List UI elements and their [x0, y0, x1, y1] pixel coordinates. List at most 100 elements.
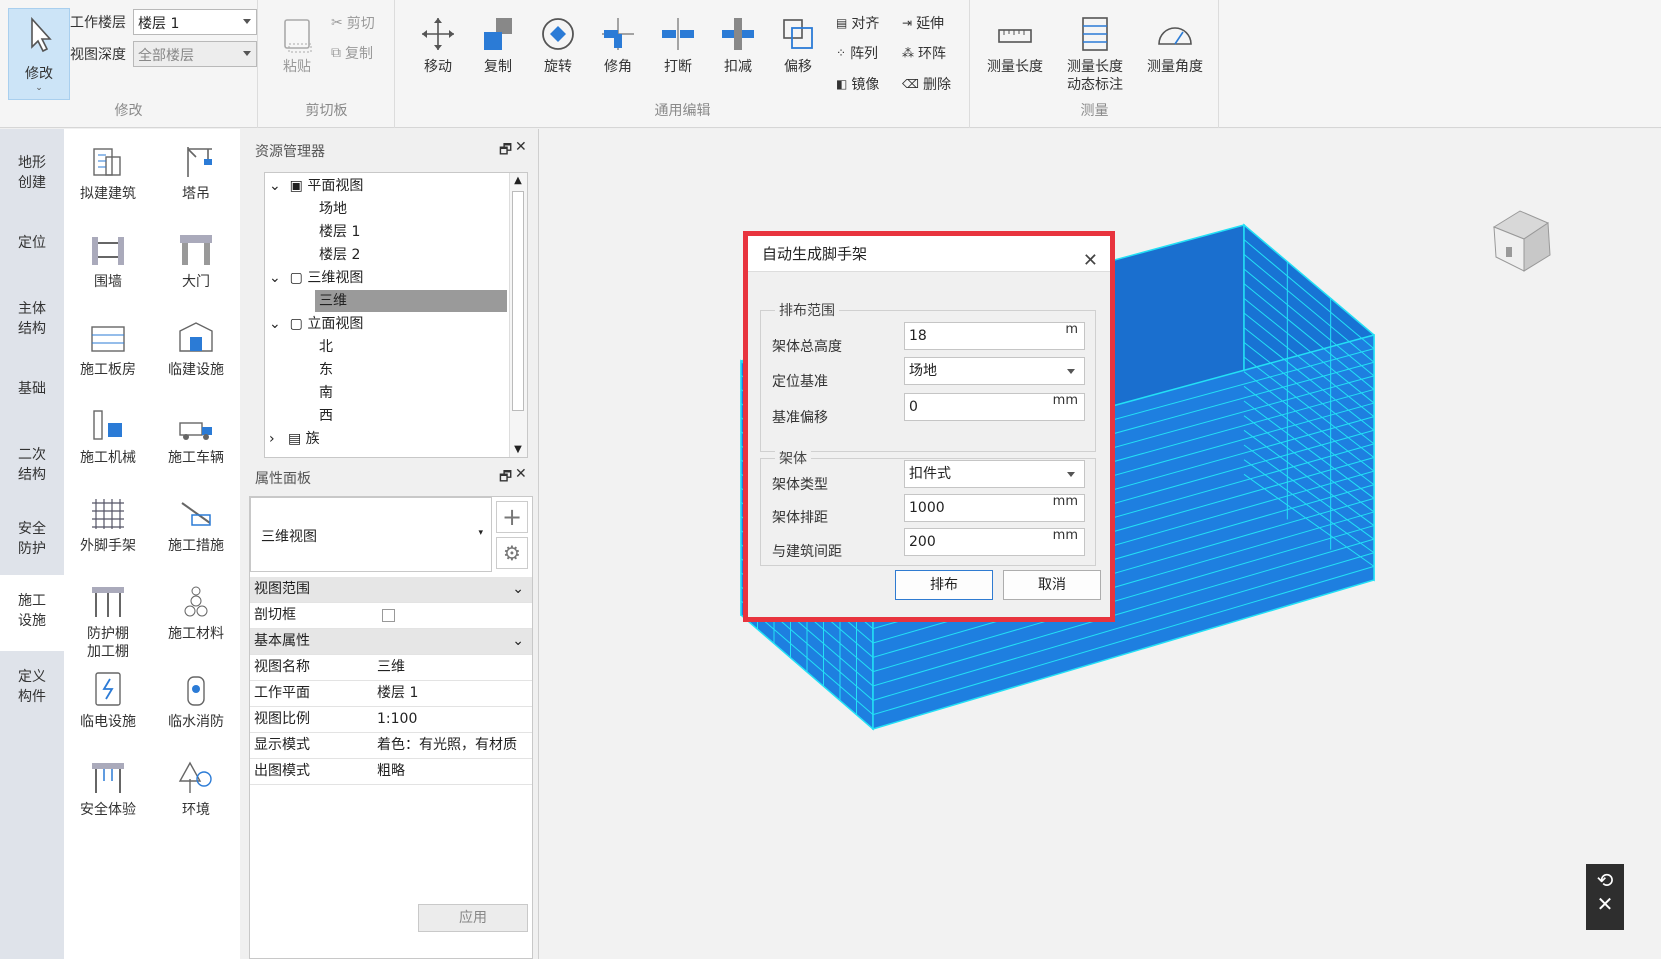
subtract-button[interactable]: 扣减	[710, 8, 766, 90]
cut-button[interactable]: ✂ 剪切	[331, 10, 375, 36]
close-view-icon[interactable]: ✕	[1586, 892, 1624, 916]
tree-node-east[interactable]: 东	[319, 359, 333, 381]
unit-label: m	[1065, 322, 1078, 337]
prop-row[interactable]: 显示模式 着色：有光照，有材质	[250, 733, 532, 759]
category-main-structure[interactable]: 主体 结构	[0, 299, 64, 339]
group-view-range[interactable]: 视图范围 ⌄	[250, 577, 532, 603]
close-icon[interactable]: ✕	[515, 466, 527, 482]
category-custom-component[interactable]: 定义 构件	[0, 667, 64, 707]
dropdown-arrow-icon	[243, 51, 251, 56]
category-safety[interactable]: 安全 防护	[0, 519, 64, 559]
delete-button[interactable]: ⌫ 删除	[902, 71, 951, 97]
category-positioning[interactable]: 定位	[0, 233, 64, 253]
measure-length-button[interactable]: 测量长度	[983, 8, 1047, 90]
break-button[interactable]: 打断	[650, 8, 706, 90]
palette-item-6[interactable]: 施工机械	[64, 395, 152, 467]
palette-item-2[interactable]: 围墙	[64, 219, 152, 291]
tree-node-plan[interactable]: ⌄ ▣ 平面视图	[269, 175, 363, 197]
gear-icon[interactable]: ⚙	[496, 537, 528, 569]
rotate-button[interactable]: 旋转	[530, 8, 586, 90]
measure-angle-button[interactable]: 测量角度	[1143, 8, 1207, 90]
tree-node-family[interactable]: › ▤ 族	[269, 428, 320, 450]
tree-scrollbar[interactable]: ▲ ▼	[509, 173, 527, 457]
view-depth-select[interactable]: 全部楼层	[133, 41, 257, 67]
duplicate-button[interactable]: 复制	[470, 8, 526, 90]
category-terrain[interactable]: 地形 创建	[0, 153, 64, 193]
cancel-button[interactable]: 取消	[1003, 570, 1101, 600]
mirror-button[interactable]: ◧ 镜像	[836, 71, 879, 97]
add-icon[interactable]: +	[496, 501, 528, 533]
section-box-checkbox[interactable]	[382, 609, 395, 622]
palette-item-15[interactable]: 环境	[152, 747, 240, 819]
array-button[interactable]: ⁘ 阵列	[836, 40, 878, 66]
temp-facility-icon	[179, 322, 213, 352]
palette-item-11[interactable]: 施工材料	[152, 571, 240, 643]
palette-item-4[interactable]: 施工板房	[64, 307, 152, 379]
prop-row[interactable]: 出图模式 粗略	[250, 759, 532, 785]
group-basic-props[interactable]: 基本属性 ⌄	[250, 629, 532, 655]
prop-row[interactable]: 视图比例 1:100	[250, 707, 532, 733]
base-select[interactable]: 场地	[904, 357, 1085, 385]
undo-view-icon[interactable]: ⟲	[1586, 868, 1624, 892]
trim-button[interactable]: 修角	[590, 8, 646, 90]
arrange-button[interactable]: 排布	[895, 570, 993, 600]
extend-label: 延伸	[916, 16, 945, 32]
measure-dynamic-button[interactable]: 测量长度 动态标注	[1063, 8, 1127, 108]
total-height-input[interactable]: 18 m	[904, 322, 1085, 350]
palette-item-10[interactable]: 防护棚 加工棚	[64, 571, 152, 661]
close-icon[interactable]: ✕	[1083, 243, 1098, 279]
category-construction-facilities[interactable]: 施工 设施	[0, 575, 64, 651]
frame-type-select[interactable]: 扣件式	[904, 460, 1085, 488]
scroll-up-icon[interactable]: ▲	[512, 175, 524, 186]
palette-item-1[interactable]: 塔吊	[152, 131, 240, 203]
row-spacing-input[interactable]: 1000 mm	[904, 494, 1085, 522]
palette-item-0[interactable]: 拟建建筑	[64, 131, 152, 203]
view-cube-icon[interactable]	[1484, 201, 1564, 281]
tree-node-north[interactable]: 北	[319, 336, 333, 358]
restore-icon[interactable]: 🗗	[499, 139, 512, 163]
prop-row[interactable]: 工作平面 楼层 1	[250, 681, 532, 707]
tree-node-floor1[interactable]: 楼层 1	[319, 221, 360, 243]
tree-node-elevation[interactable]: ⌄ ▢ 立面视图	[269, 313, 363, 335]
dialog-title-bar: 自动生成脚手架 ✕	[748, 236, 1110, 272]
extend-button[interactable]: ⇥ 延伸	[902, 10, 944, 36]
close-icon[interactable]: ✕	[515, 139, 527, 155]
tree-node-west[interactable]: 西	[319, 405, 333, 427]
category-foundation[interactable]: 基础	[0, 379, 64, 399]
scroll-down-icon[interactable]: ▼	[512, 444, 524, 455]
work-floor-select[interactable]: 楼层 1	[133, 9, 257, 35]
palette-item-7[interactable]: 施工车辆	[152, 395, 240, 467]
tree-node-south[interactable]: 南	[319, 382, 333, 404]
apply-button[interactable]: 应用	[418, 904, 528, 932]
palette-item-13[interactable]: 临水消防	[152, 659, 240, 731]
scroll-thumb[interactable]	[512, 191, 524, 411]
tree-node-3d-child[interactable]: 三维	[315, 290, 507, 312]
building-icon	[93, 148, 121, 176]
palette-item-14[interactable]: 安全体验	[64, 747, 152, 819]
prop-row[interactable]: 视图名称 三维	[250, 655, 532, 681]
palette-item-5[interactable]: 临建设施	[152, 307, 240, 379]
move-button[interactable]: 移动	[410, 8, 466, 90]
offset-button[interactable]: 偏移	[770, 8, 826, 90]
copy-button[interactable]: ⧉ 复制	[331, 40, 373, 66]
paste-button[interactable]: 粘贴	[269, 8, 325, 90]
palette-item-9[interactable]: 施工措施	[152, 483, 240, 555]
restore-icon[interactable]: 🗗	[499, 466, 512, 490]
view-type-select[interactable]: 三维视图 ▾	[250, 497, 492, 572]
distance-input[interactable]: 200 mm	[904, 528, 1085, 556]
base-value: 场地	[909, 363, 937, 379]
dropdown-arrow-icon	[243, 19, 251, 24]
tree-node-site[interactable]: 场地	[319, 198, 347, 220]
ring-array-button[interactable]: ⁂ 环阵	[902, 40, 946, 66]
tree-node-floor2[interactable]: 楼层 2	[319, 244, 360, 266]
category-secondary-structure[interactable]: 二次 结构	[0, 445, 64, 485]
tree-label: 楼层 2	[319, 247, 361, 263]
offset-input[interactable]: 0 mm	[904, 393, 1085, 421]
tree-node-3d[interactable]: ⌄ ▢ 三维视图	[269, 267, 363, 289]
palette-item-8[interactable]: 外脚手架	[64, 483, 152, 555]
auto-scaffold-dialog: 自动生成脚手架 ✕ 排布范围 架体总高度 18 m 定位基准 场地 基准偏移 0 m…	[743, 231, 1115, 622]
palette-item-12[interactable]: 临电设施	[64, 659, 152, 731]
modify-button[interactable]: 修改 ⌄	[8, 8, 70, 100]
align-button[interactable]: ▤ 对齐	[836, 10, 879, 36]
palette-item-3[interactable]: 大门	[152, 219, 240, 291]
